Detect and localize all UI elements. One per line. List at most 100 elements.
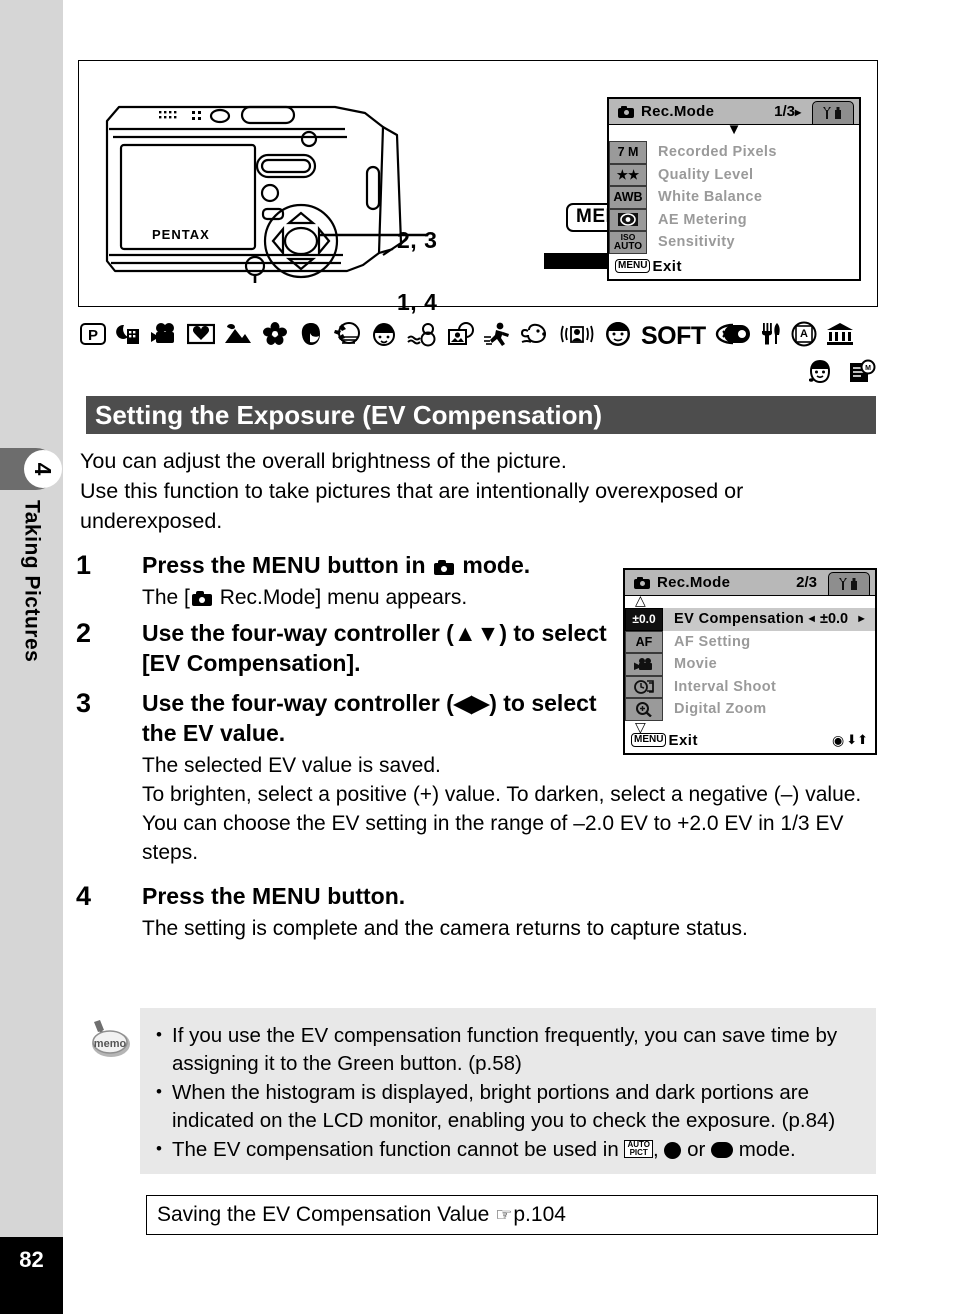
step-4-body: The setting is complete and the camera r… — [142, 917, 748, 940]
step-1: 1 Press the MENU button in mode. The [ R… — [76, 550, 876, 612]
lcd1-label-1: Quality Level — [658, 166, 754, 183]
memo-item-2: When the histogram is displayed, bright … — [154, 1078, 860, 1135]
chapter-rail: 4 Taking Pictures 82 — [0, 0, 63, 1314]
mode-icon-row-1: P SOFT A — [80, 320, 880, 352]
section-heading: Setting the Exposure (EV Compensation) — [86, 396, 876, 434]
flower-icon — [261, 321, 289, 352]
step-1-menu-word: MENU — [251, 552, 321, 578]
mode-icon-row-2: M — [80, 358, 880, 390]
step-3-heading: Use the four-way controller (◀▶) to sele… — [142, 690, 597, 746]
program-mode-icon: P — [80, 321, 106, 352]
lcd1-exit-label: Exit — [652, 257, 682, 275]
chapter-title: Taking Pictures — [0, 500, 63, 820]
step-1-body-pre: The [ — [142, 586, 190, 609]
lcd1-body: ▼ 7 M Recorded Pixels ★★ Quality Level A… — [609, 122, 859, 254]
step-1-heading: Press the MENU button in mode. — [142, 550, 612, 580]
step-3-number: 3 — [76, 688, 92, 718]
step-1-head-mid: button in — [320, 552, 433, 578]
lcd1-label-3: AE Metering — [658, 211, 747, 228]
lcd1-row-quality-level[interactable]: ★★ Quality Level — [609, 163, 859, 186]
lcd-screen-rec-mode-1-3: Rec.Mode 1/3▸ ▼ 7 M Recorded Pixels ★★ Q… — [607, 97, 861, 281]
step-3-body-line-1: The selected EV value is saved. — [142, 754, 441, 777]
wrench-setup-icon — [823, 106, 841, 119]
portrait-icon — [298, 321, 324, 352]
svg-text:PENTAX: PENTAX — [152, 227, 210, 242]
step-1-head-pre: Press the — [142, 552, 252, 578]
self-portrait-icon — [559, 321, 595, 352]
svg-text:A: A — [800, 328, 808, 340]
reference-box: Saving the EV Compensation Value ☞ p.104 — [146, 1195, 878, 1235]
intro-line-1: You can adjust the overall brightness of… — [80, 449, 567, 473]
svg-text:memo: memo — [94, 1038, 127, 1050]
steps-list: 1 Press the MENU button in mode. The [ R… — [76, 550, 876, 945]
frame-composite-icon — [186, 321, 216, 352]
museum-icon — [826, 321, 854, 352]
figure-frame: PENTAX 2, 3 1, 4 MENU Rec.Mode 1/3▸ ▼ 7 … — [78, 60, 878, 315]
svg-text:M: M — [865, 365, 871, 372]
mode-icon-strip: P SOFT A M — [80, 320, 880, 390]
svg-text:P: P — [88, 327, 98, 344]
intro-line-2: Use this function to take pictures that … — [80, 479, 744, 533]
memo-item-3-post: mode. — [733, 1138, 796, 1161]
step-3-body-line-2: To brighten, select a positive (+) value… — [142, 783, 862, 806]
step-1-head-post: mode. — [456, 552, 531, 578]
text-icon: A — [791, 321, 817, 352]
memo-item-3-pre: The EV compensation function cannot be u… — [172, 1138, 625, 1161]
movie-icon — [150, 321, 178, 352]
step-1-number: 1 — [76, 550, 92, 580]
page-number: 82 — [0, 1237, 63, 1314]
lcd1-row-recorded-pixels[interactable]: 7 M Recorded Pixels — [609, 141, 859, 164]
sport-kids-icon — [370, 321, 398, 352]
callout-label-1-4: 1, 4 — [397, 289, 438, 315]
sport-running-icon — [483, 321, 511, 352]
step-2: 2 Use the four-way controller (▲▼) to se… — [76, 618, 876, 678]
auto-picture-mode-icon: AUTO PICT — [624, 1140, 653, 1158]
report-icon: M — [848, 359, 876, 390]
section-heading-text: Setting the Exposure (EV Compensation) — [95, 399, 603, 430]
chapter-number: 4 — [24, 450, 62, 488]
memo-icon: memo — [92, 1020, 130, 1057]
camera-mode-icon — [618, 105, 634, 118]
landscape-icon — [224, 321, 252, 352]
step-4-number: 4 — [76, 881, 92, 911]
surf-snow-icon — [333, 321, 361, 352]
food-icon — [760, 321, 782, 352]
pointing-hand-icon: ☞ — [495, 1204, 513, 1226]
recorded-pixels-icon: 7 M — [609, 141, 647, 164]
quality-level-icon: ★★ — [609, 163, 647, 186]
step-4-head-post: button. — [320, 883, 406, 909]
chapter-title-text: Taking Pictures — [20, 500, 44, 663]
lcd1-rows: 7 M Recorded Pixels ★★ Quality Level AWB… — [609, 141, 859, 254]
lcd1-row-sensitivity[interactable]: ISO AUTO Sensitivity — [609, 231, 859, 254]
intro-paragraph: You can adjust the overall brightness of… — [80, 446, 880, 536]
step-4-heading: Press the MENU button. — [142, 881, 876, 911]
step-3: 3 Use the four-way controller (◀▶) to se… — [76, 688, 876, 867]
sticker-icon — [715, 322, 751, 351]
memo-item-1: If you use the EV compensation function … — [154, 1021, 860, 1078]
lcd1-row-ae-metering[interactable]: AE Metering — [609, 208, 859, 231]
camera-mode-icon — [191, 591, 212, 606]
lcd1-row-white-balance[interactable]: AWB White Balance — [609, 186, 859, 209]
step-3-body: The selected EV value is saved. To brigh… — [142, 751, 876, 867]
night-scene-icon — [115, 321, 141, 352]
reference-page: p.104 — [513, 1203, 566, 1226]
pet-snowman-icon — [407, 321, 437, 352]
ae-metering-icon — [609, 208, 647, 231]
lcd1-label-2: White Balance — [658, 189, 763, 206]
step-4-head-pre: Press the — [142, 883, 252, 909]
step-2-heading: Use the four-way controller (▲▼) to sele… — [142, 620, 607, 676]
pet-dog-icon — [520, 321, 550, 352]
half-length-portrait-icon — [604, 321, 632, 352]
memo-list: If you use the EV compensation function … — [140, 1008, 876, 1164]
lcd1-title: Rec.Mode — [641, 103, 715, 120]
lcd1-page-indicator: 1/3▸ — [774, 103, 801, 120]
step-1-body: The [ Rec.Mode] menu appears. — [142, 583, 876, 612]
camera-mode-icon — [434, 560, 455, 575]
lcd1-label-0: Recorded Pixels — [658, 144, 777, 161]
lcd1-label-4: Sensitivity — [658, 234, 735, 251]
memo-item-3-mid: , — [652, 1138, 665, 1161]
step-4: 4 Press the MENU button. The setting is … — [76, 881, 876, 943]
lcd1-setup-tab[interactable] — [812, 101, 854, 125]
lcd1-menu-chip[interactable]: MENU — [615, 259, 651, 273]
text-frame-icon — [446, 321, 474, 352]
